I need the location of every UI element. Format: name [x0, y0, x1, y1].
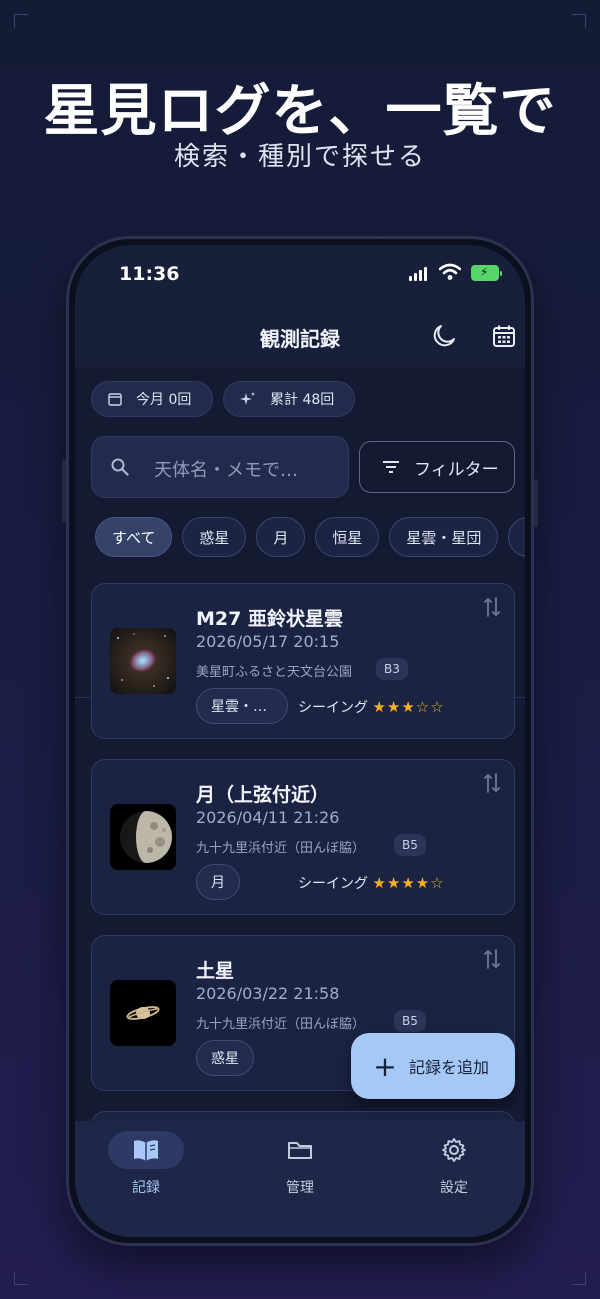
nav-item-records[interactable]: 記録: [91, 1131, 201, 1201]
record-thumbnail-nebula: [110, 628, 176, 694]
search-placeholder: 天体名・メモで…: [154, 460, 298, 481]
filter-label: フィルター: [414, 459, 499, 480]
stat-chip-total: 累計 48回: [223, 381, 355, 417]
records-body: 今月 0回 累計 48回 天体名・メモで… フィルター すべて 惑星 月 恒星 …: [75, 367, 525, 1237]
sort-icon[interactable]: [484, 948, 500, 970]
record-thumbnail-moon: [110, 804, 176, 870]
record-datetime: 2026/03/22 21:58: [196, 984, 340, 1003]
record-place: 九十九里浜付近（田んぼ脇）: [196, 841, 366, 856]
promo-headline: 星見ログを、一覧で: [43, 79, 557, 144]
moon-icon[interactable]: [429, 321, 459, 351]
category-chip-comet[interactable]: 彗: [508, 517, 525, 557]
phone-side-button: [62, 459, 66, 523]
frame-corner: [572, 1271, 586, 1285]
phone-frame: 11:36 ⚡ 観測記録 今月 0回 累計 48回 天体名・メモで… フィルター…: [62, 236, 538, 1246]
nav-item-manage[interactable]: 管理: [245, 1131, 355, 1201]
seeing-label: シーイング: [298, 700, 368, 716]
stat-month-label: 今月 0回: [136, 392, 192, 408]
record-place: 美星町ふるさと天文台公園: [196, 665, 353, 680]
add-record-label: 記録を追加: [409, 1058, 490, 1077]
add-record-button[interactable]: + 記録を追加: [351, 1033, 515, 1099]
calendar-icon: [108, 392, 122, 406]
bortle-badge: B5: [394, 834, 426, 856]
seeing-stars: ★★★☆☆: [372, 698, 445, 716]
record-seeing: シーイング ★★★☆☆: [298, 697, 445, 717]
filter-button[interactable]: フィルター: [359, 441, 515, 493]
category-chip-all[interactable]: すべて: [95, 517, 173, 557]
category-chip-planet[interactable]: 惑星: [182, 517, 247, 557]
book-icon: [108, 1131, 184, 1169]
record-title: M27 亜鈴状星雲: [196, 608, 343, 630]
record-title: 土星: [196, 960, 235, 982]
frame-corner: [572, 14, 586, 28]
nav-label-records: 記録: [132, 1180, 160, 1196]
frame-corner: [14, 1271, 28, 1285]
search-icon: [110, 457, 130, 481]
record-seeing: シーイング ★★★★☆: [298, 873, 445, 893]
phone-side-button: [534, 479, 538, 527]
filter-icon: [382, 460, 400, 474]
nav-label-settings: 設定: [440, 1180, 468, 1196]
frame-corner: [14, 14, 28, 28]
category-chips: すべて 惑星 月 恒星 星雲・星団 彗: [95, 517, 525, 557]
signal-icon: [409, 267, 427, 281]
sort-icon[interactable]: [484, 772, 500, 794]
bottom-navigation: 記録 管理 設定: [75, 1121, 525, 1237]
category-chip-nebula[interactable]: 星雲・星団: [389, 517, 499, 557]
app-screen: 11:36 ⚡ 観測記録 今月 0回 累計 48回 天体名・メモで… フィルター…: [75, 245, 525, 1237]
record-thumbnail-saturn: [110, 980, 176, 1046]
record-title: 月（上弦付近）: [196, 784, 330, 806]
stat-total-label: 累計 48回: [270, 392, 335, 408]
search-input[interactable]: 天体名・メモで…: [91, 436, 349, 498]
record-card[interactable]: 月（上弦付近） 2026/04/11 21:26 九十九里浜付近（田んぼ脇） B…: [91, 759, 515, 915]
nav-item-settings[interactable]: 設定: [399, 1131, 509, 1201]
gear-icon: [416, 1131, 492, 1169]
calendar-icon[interactable]: [489, 321, 519, 351]
record-category-tag: 星雲・…: [196, 688, 288, 724]
seeing-label: シーイング: [298, 876, 368, 892]
bortle-badge: B3: [376, 658, 408, 680]
promo-subheadline: 検索・種別で探せる: [173, 142, 426, 172]
wifi-icon: [439, 263, 461, 280]
battery-icon: ⚡: [471, 265, 502, 281]
record-category-tag: 月: [196, 864, 240, 900]
category-chip-star[interactable]: 恒星: [315, 517, 380, 557]
status-bar: 11:36 ⚡: [75, 245, 525, 307]
app-bar: 観測記録: [75, 307, 525, 367]
seeing-stars: ★★★★☆: [372, 874, 445, 892]
plus-icon: +: [373, 1049, 397, 1083]
record-place: 九十九里浜付近（田んぼ脇）: [196, 1017, 366, 1032]
category-chip-moon[interactable]: 月: [256, 517, 306, 557]
stat-chip-month: 今月 0回: [91, 381, 213, 417]
sort-icon[interactable]: [484, 596, 500, 618]
nav-label-manage: 管理: [286, 1180, 314, 1196]
bortle-badge: B5: [394, 1010, 426, 1032]
record-category-tag: 惑星: [196, 1040, 254, 1076]
record-datetime: 2026/04/11 21:26: [196, 808, 340, 827]
record-datetime: 2026/05/17 20:15: [196, 632, 340, 651]
record-card[interactable]: M27 亜鈴状星雲 2026/05/17 20:15 美星町ふるさと天文台公園 …: [91, 583, 515, 739]
folder-icon: [262, 1131, 338, 1169]
status-time: 11:36: [119, 263, 180, 285]
sparkle-icon: [240, 391, 256, 407]
